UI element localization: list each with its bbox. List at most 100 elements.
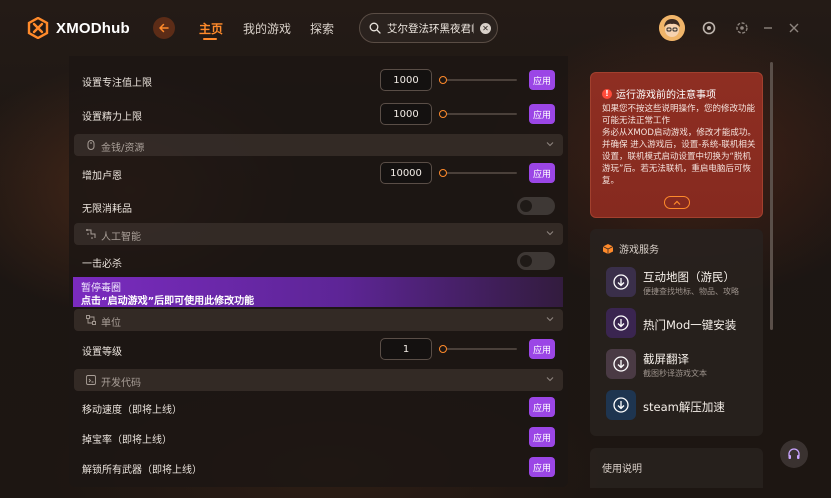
service-title: steam解压加速 (643, 400, 725, 414)
section-header-dev[interactable]: 开发代码 (74, 369, 563, 391)
nav-home[interactable]: 主页 (199, 20, 223, 37)
close-icon[interactable] (786, 20, 802, 36)
slider-handle[interactable] (439, 345, 447, 353)
headset-icon (788, 448, 800, 459)
search-input[interactable]: 艾尔登法环黑夜君临 (387, 21, 474, 36)
chevron-up-icon (673, 200, 681, 205)
services-title: 游戏服务 (619, 245, 659, 256)
usage-card: 使用说明 (590, 448, 763, 488)
section-header-money[interactable]: 金钱/资源 (74, 134, 563, 156)
section-header-ai[interactable]: 人工智能 (74, 223, 563, 245)
apply-button[interactable]: 应用 (529, 457, 555, 477)
section-header-unit[interactable]: 单位 (74, 309, 563, 331)
services-header: 游戏服务 (602, 241, 659, 256)
code-icon (86, 375, 96, 385)
warning-card: ! 运行游戏前的注意事项 如果您不按这些说明操作，您的修改功能可能无法正常工作 … (590, 72, 763, 218)
nav-explore[interactable]: 探索 (310, 20, 334, 37)
service-interactive-map[interactable]: 互动地图（游民） 便捷查找地标、物品、攻略 (606, 267, 761, 299)
stamina-limit-input[interactable]: 1000 (380, 103, 432, 125)
ai-icon (86, 229, 96, 239)
service-mod-install[interactable]: 热门Mod一键安装 (606, 308, 761, 340)
mod-label: 设置等级 (82, 347, 122, 358)
brand-name: XMODhub (56, 19, 130, 37)
top-bar: XMODhub 主页 我的游戏 探索 艾尔登法环黑夜君临 ✕ (0, 0, 831, 56)
mod-label: 无限消耗品 (82, 204, 132, 215)
apply-button[interactable]: 应用 (529, 397, 555, 417)
service-title: 截屏翻译 (643, 352, 689, 366)
mod-label: 解锁所有武器（即将上线） (82, 465, 202, 476)
chevron-down-icon (546, 231, 554, 236)
level-slider[interactable] (439, 345, 517, 353)
section-title: 金钱/资源 (101, 143, 145, 154)
download-circle-icon (613, 315, 629, 331)
service-subtitle: 截图秒译游戏文本 (643, 369, 707, 378)
download-circle-icon (613, 356, 629, 372)
collapse-button[interactable] (664, 196, 690, 209)
warning-body: 如果您不按这些说明操作，您的修改功能可能无法正常工作 务必从XMOD启动游戏，修… (602, 103, 758, 187)
chevron-down-icon (546, 317, 554, 322)
support-button[interactable] (780, 440, 808, 468)
apply-button[interactable]: 应用 (529, 104, 555, 124)
launch-game-notice: 暂停毒圈 点击“启动游戏”后即可使用此修改功能 (73, 277, 563, 307)
warning-header: ! 运行游戏前的注意事项 (602, 86, 716, 101)
clear-search-icon[interactable]: ✕ (480, 22, 491, 34)
slider-handle[interactable] (439, 76, 447, 84)
chevron-down-icon (546, 377, 554, 382)
apply-button[interactable]: 应用 (529, 163, 555, 183)
level-input[interactable]: 1 (380, 338, 432, 360)
avatar[interactable] (659, 15, 685, 41)
warning-title: 运行游戏前的注意事项 (616, 90, 716, 101)
focus-limit-input[interactable]: 1000 (380, 69, 432, 91)
mod-row-set-level: 设置等级 1 应用 (69, 335, 568, 365)
stamina-limit-slider[interactable] (439, 110, 517, 118)
alert-icon: ! (602, 88, 612, 99)
mod-row-move-speed: 移动速度（即将上线） 应用 (69, 393, 568, 423)
service-thumb (606, 349, 636, 379)
warning-text: 如果您不按这些说明操作，您的修改功能可能无法正常工作 务必从XMOD启动游戏，修… (602, 104, 756, 186)
notification-icon[interactable] (701, 20, 717, 36)
arrow-left-icon (159, 23, 169, 33)
apply-button[interactable]: 应用 (529, 70, 555, 90)
mod-label: 移动速度（即将上线） (82, 405, 182, 416)
slider-handle[interactable] (439, 110, 447, 118)
service-steam-accelerate[interactable]: steam解压加速 (606, 390, 761, 422)
service-title: 互动地图（游民） (643, 270, 735, 284)
settings-icon[interactable] (734, 20, 750, 36)
section-title: 人工智能 (101, 232, 141, 243)
mod-row-stamina-limit: 设置精力上限 1000 应用 (69, 100, 568, 130)
apply-button[interactable]: 应用 (529, 427, 555, 447)
mod-row-one-hit-kill: 一击必杀 (69, 247, 568, 277)
slider-handle[interactable] (439, 169, 447, 177)
runes-input[interactable]: 10000 (380, 162, 432, 184)
one-hit-kill-toggle[interactable] (517, 252, 555, 270)
search-box[interactable]: 艾尔登法环黑夜君临 ✕ (359, 13, 498, 43)
nav-my-games[interactable]: 我的游戏 (243, 20, 291, 37)
mod-row-add-runes: 增加卢恩 10000 应用 (69, 159, 568, 189)
game-services-card: 游戏服务 互动地图（游民） 便捷查找地标、物品、攻略 热门Mod一键安装 截屏翻… (590, 229, 763, 436)
mod-label: 设置精力上限 (82, 112, 142, 123)
mod-label: 设置专注值上限 (82, 78, 152, 89)
service-thumb (606, 267, 636, 297)
search-icon (369, 22, 381, 34)
section-title: 开发代码 (101, 378, 141, 389)
service-subtitle: 便捷查找地标、物品、攻略 (643, 287, 739, 296)
download-circle-icon (613, 397, 629, 413)
toggle-knob (520, 200, 532, 212)
scrollbar[interactable] (770, 62, 773, 330)
infinite-consumables-toggle[interactable] (517, 197, 555, 215)
xmod-logo-icon (27, 17, 49, 39)
mod-label: 一击必杀 (82, 259, 122, 270)
service-screen-translate[interactable]: 截屏翻译 截图秒译游戏文本 (606, 349, 761, 381)
back-button[interactable] (153, 17, 175, 39)
focus-limit-slider[interactable] (439, 76, 517, 84)
mod-row-infinite-consumables: 无限消耗品 (69, 192, 568, 222)
mod-row-unlock-weapons: 解锁所有武器（即将上线） 应用 (69, 453, 568, 483)
mod-label: 增加卢恩 (82, 171, 122, 182)
minimize-icon[interactable] (760, 20, 776, 36)
apply-button[interactable]: 应用 (529, 339, 555, 359)
mouse-icon (87, 140, 95, 150)
mod-panel: 设置专注值上限 1000 应用 设置精力上限 1000 应用 金钱/资源 增加卢… (69, 56, 568, 487)
logo[interactable]: XMODhub (27, 17, 130, 39)
runes-slider[interactable] (439, 169, 517, 177)
mod-row-drop-rate: 掉宝率（即将上线） 应用 (69, 423, 568, 453)
